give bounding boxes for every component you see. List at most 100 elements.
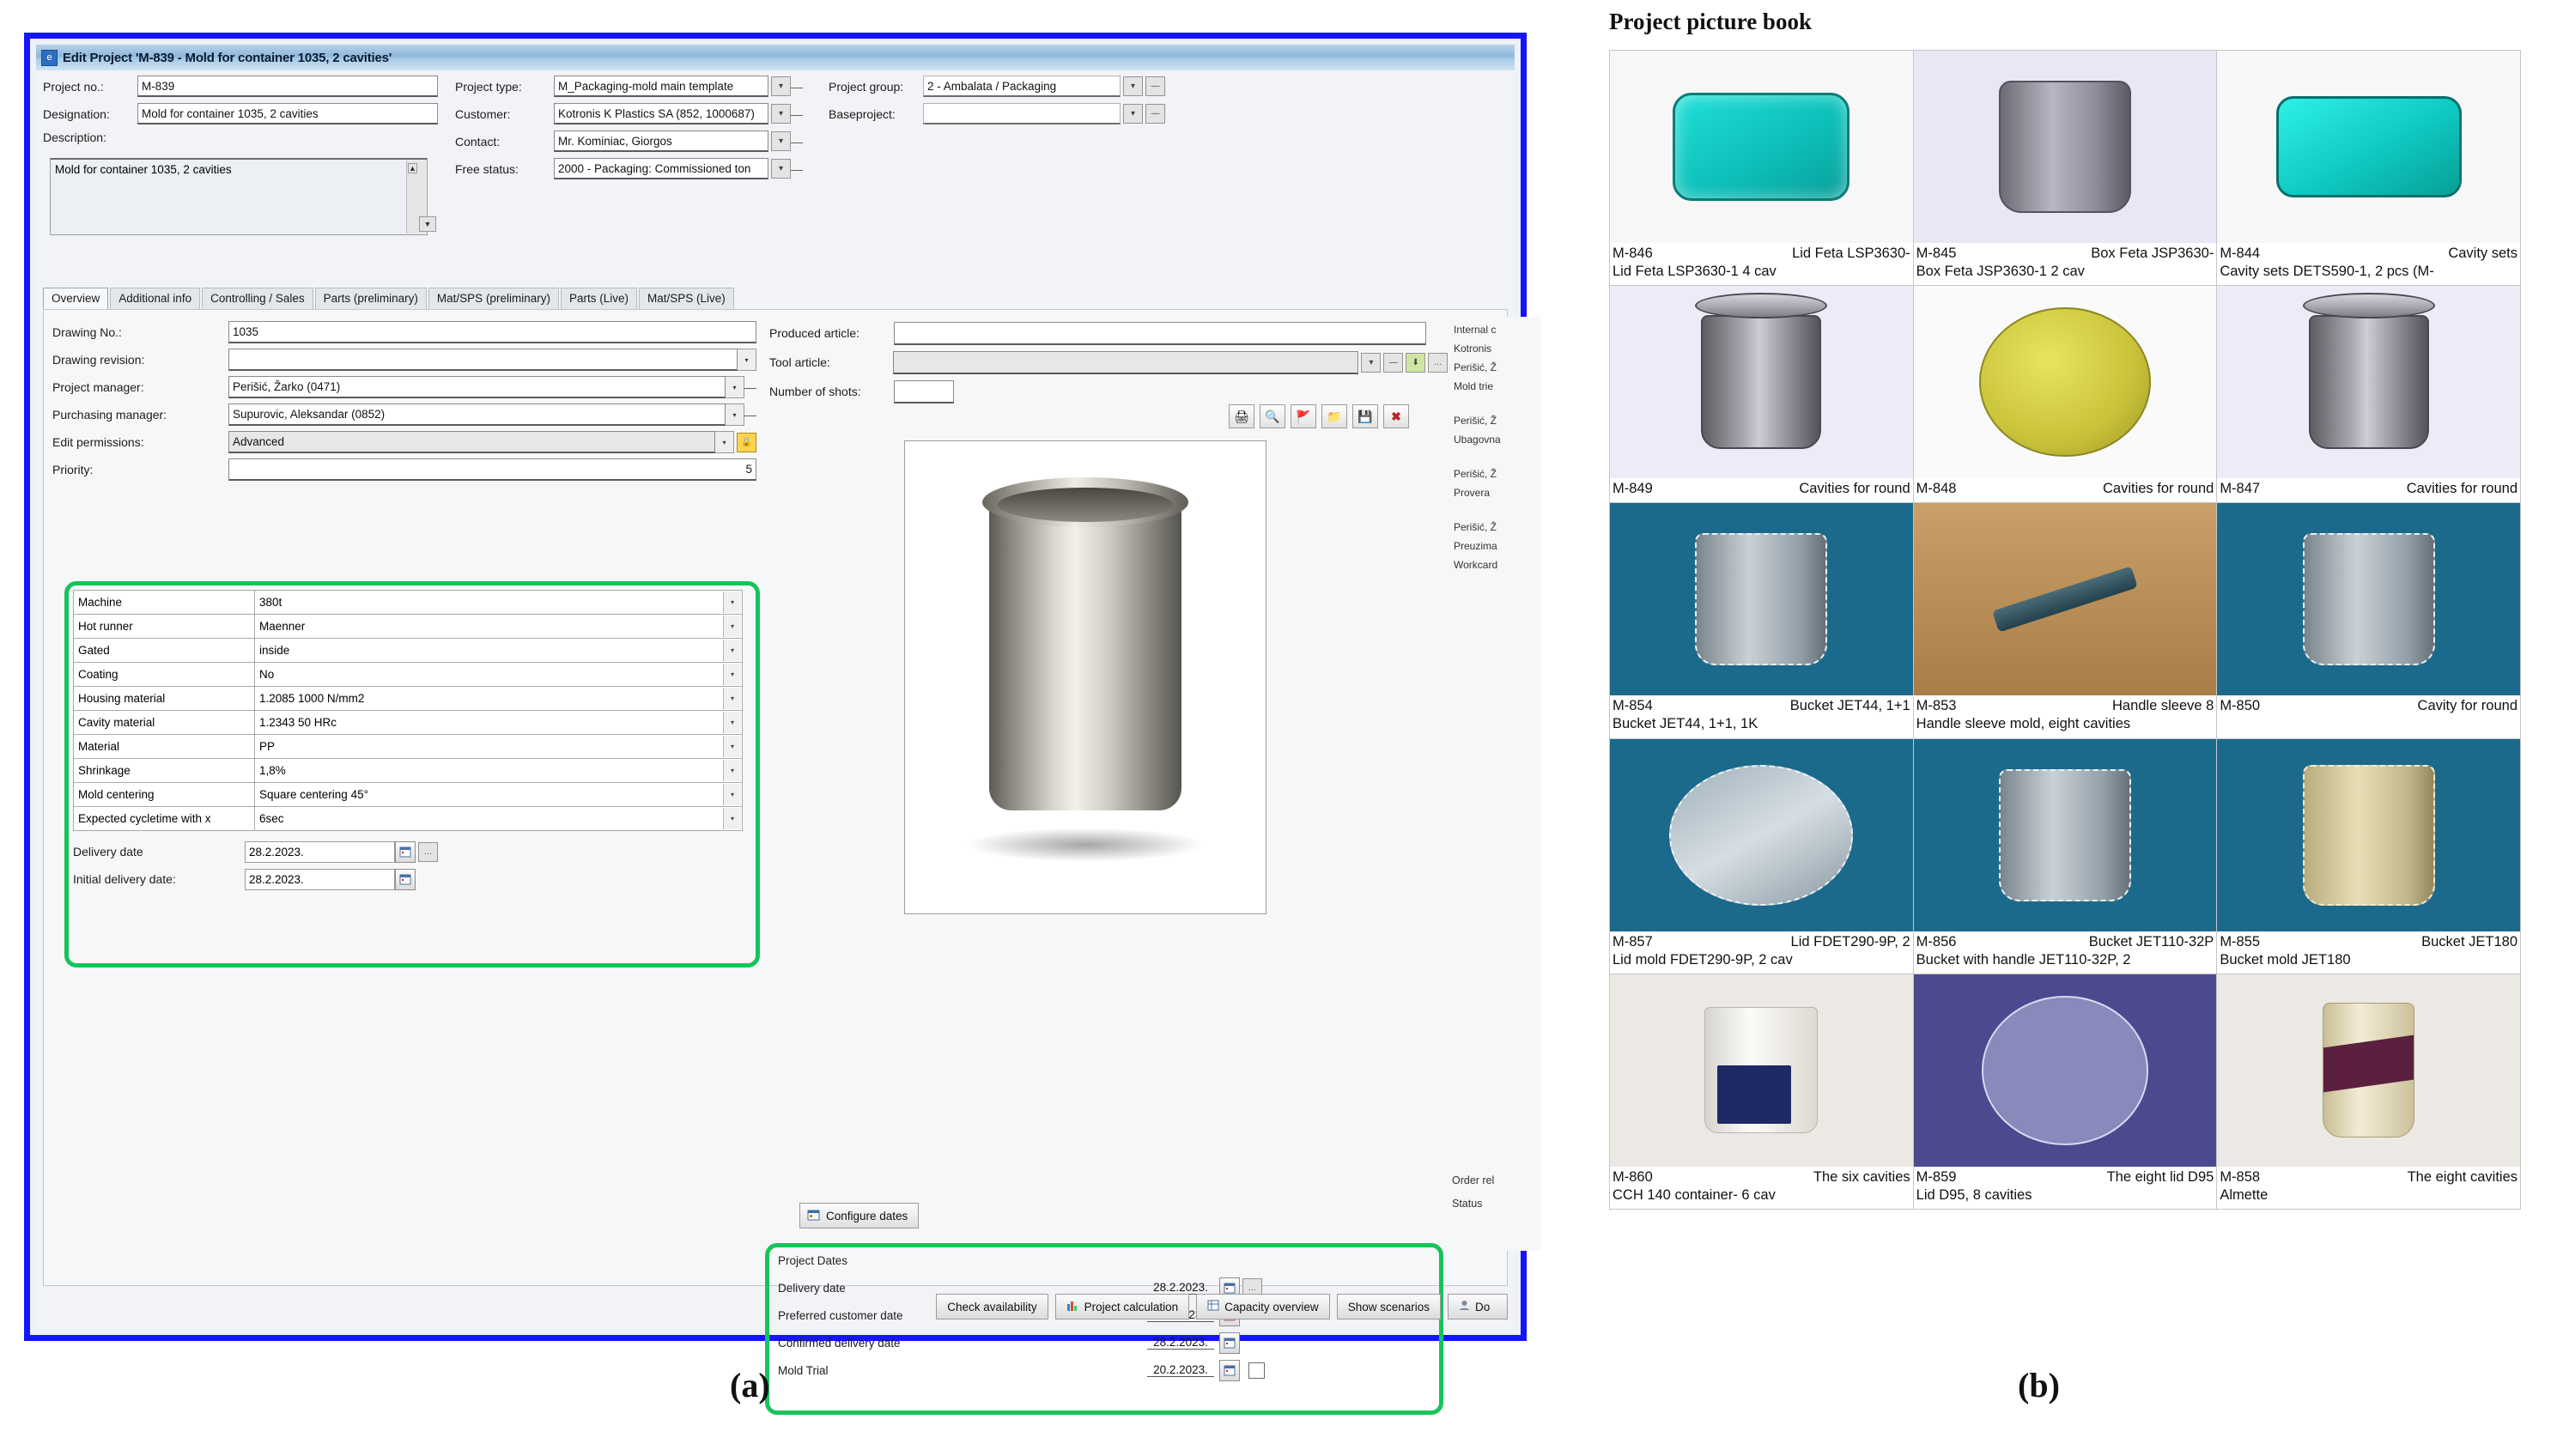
- housing-material-dropdown-icon[interactable]: ▾: [723, 688, 741, 709]
- table-row[interactable]: Cavity material 1.2343 50 HRc ▾: [73, 710, 743, 735]
- check-availability-button[interactable]: Check availability: [936, 1294, 1048, 1320]
- tab-parts-live[interactable]: Parts (Live): [560, 288, 637, 309]
- free-status-lookup-icon[interactable]: ▾: [771, 159, 791, 179]
- gated-dropdown-icon[interactable]: ▾: [723, 640, 741, 661]
- tab-overview[interactable]: Overview: [43, 288, 109, 309]
- expected-cycletime-dropdown-icon[interactable]: ▾: [723, 808, 741, 829]
- number-of-shots-input[interactable]: [894, 379, 954, 403]
- table-row[interactable]: Housing material 1.2085 1000 N/mm2 ▾: [73, 686, 743, 711]
- delete-icon[interactable]: ✖: [1383, 404, 1409, 428]
- project-group-lookup-icon[interactable]: ▾: [1123, 76, 1143, 96]
- thumbnail[interactable]: [1913, 51, 2217, 243]
- designation-input[interactable]: Mold for container 1035, 2 cavities: [137, 103, 438, 124]
- initial-delivery-date-input[interactable]: 28.2.2023.: [245, 868, 395, 890]
- housing-material-value[interactable]: 1.2085 1000 N/mm2 ▾: [254, 686, 743, 711]
- table-row[interactable]: Coating No ▾: [73, 662, 743, 687]
- picture-book-cell[interactable]: M-845 Box Feta JSP3630- Box Feta JSP3630-1…: [1912, 49, 2218, 287]
- tab-controlling-sales[interactable]: Controlling / Sales: [202, 288, 313, 309]
- done-button[interactable]: Do: [1448, 1294, 1508, 1320]
- folder-icon[interactable]: 📁: [1321, 404, 1347, 428]
- thumbnail[interactable]: [2217, 738, 2520, 931]
- scroll-down-icon[interactable]: ▼: [418, 216, 436, 232]
- drawing-no-input[interactable]: 1035: [228, 321, 756, 343]
- picture-book-cell[interactable]: M-859 The eight lid D95 Lid D95, 8 cavitie…: [1912, 973, 2218, 1210]
- coating-dropdown-icon[interactable]: ▾: [723, 664, 741, 685]
- tool-article-input[interactable]: [893, 350, 1359, 374]
- tab-parts-preliminary[interactable]: Parts (preliminary): [314, 288, 427, 309]
- mold-trial-checkbox[interactable]: [1248, 1362, 1265, 1379]
- description-scrollbar[interactable]: ▲ ▼: [406, 161, 436, 234]
- picture-book-cell[interactable]: M-856 Bucket JET110-32P Bucket with handle…: [1912, 737, 2218, 974]
- free-status-input[interactable]: 2000 - Packaging: Commissioned ton: [554, 158, 768, 179]
- shrinkage-dropdown-icon[interactable]: ▾: [723, 760, 741, 781]
- thumbnail[interactable]: [2217, 974, 2520, 1167]
- edit-permissions-dropdown-icon[interactable]: ▾: [715, 431, 734, 453]
- picture-book-cell[interactable]: M-857 Lid FDET290-9P, 2 Lid mold FDET290-9…: [1609, 737, 1914, 974]
- mold-centering-value[interactable]: Square centering 45° ▾: [254, 782, 743, 807]
- pd-confirmed-delivery-date-value[interactable]: 28.2.2023.: [1147, 1336, 1214, 1350]
- contact-lookup-icon[interactable]: ▾: [771, 131, 791, 151]
- project-no-input[interactable]: M-839: [137, 76, 438, 97]
- gated-value[interactable]: inside ▾: [254, 638, 743, 663]
- purchasing-manager-lookup-icon[interactable]: ▾: [726, 403, 744, 426]
- description-textarea[interactable]: Mold for container 1035, 2 cavities ▲ ▼: [50, 158, 436, 235]
- table-row[interactable]: Mold centering Square centering 45° ▾: [73, 782, 743, 807]
- thumbnail[interactable]: [1610, 286, 1913, 479]
- calendar-icon[interactable]: [395, 868, 416, 890]
- calendar-icon[interactable]: [1219, 1332, 1240, 1354]
- baseproject-input[interactable]: [923, 103, 1121, 124]
- priority-input[interactable]: 5: [228, 458, 756, 481]
- picture-book-cell[interactable]: M-847 Cavities for round: [2216, 285, 2521, 504]
- purchasing-manager-input[interactable]: Supurovic, Aleksandar (0852): [228, 403, 726, 426]
- flag-icon[interactable]: 🚩: [1291, 404, 1316, 428]
- project-manager-lookup-icon[interactable]: ▾: [726, 376, 744, 398]
- project-calculation-button[interactable]: Project calculation: [1054, 1294, 1190, 1320]
- product-3d-preview[interactable]: [904, 440, 1266, 914]
- picture-book-cell[interactable]: M-854 Bucket JET44, 1+1 Bucket JET44, 1+1,…: [1609, 502, 1914, 739]
- zoom-icon[interactable]: 🔍: [1260, 404, 1285, 428]
- tab-additional-info[interactable]: Additional info: [110, 288, 201, 309]
- configure-dates-button[interactable]: Configure dates: [799, 1203, 920, 1228]
- shrinkage-value[interactable]: 1,8% ▾: [254, 758, 743, 783]
- project-group-input[interactable]: 2 - Ambalata / Packaging: [923, 76, 1121, 97]
- picture-book-cell[interactable]: M-853 Handle sleeve 8 Handle sleeve mold, …: [1912, 502, 2218, 739]
- project-type-lookup-icon[interactable]: ▾: [771, 76, 791, 96]
- delivery-date-more-icon[interactable]: …: [418, 841, 438, 862]
- calendar-icon[interactable]: [395, 840, 416, 863]
- baseproject-lookup-icon[interactable]: ▾: [1123, 104, 1143, 124]
- picture-book-cell[interactable]: M-846 Lid Feta LSP3630- Lid Feta LSP3630-1…: [1609, 49, 1914, 287]
- initial-delivery-date-field[interactable]: 28.2.2023.: [245, 868, 416, 890]
- table-row[interactable]: Hot runner Maenner ▾: [73, 614, 743, 639]
- thumbnail[interactable]: [2217, 286, 2520, 479]
- thumbnail[interactable]: [2217, 503, 2520, 696]
- machine-dropdown-icon[interactable]: ▾: [723, 592, 741, 613]
- customer-input[interactable]: Kotronis K Plastics SA (852, 1000687): [554, 103, 768, 124]
- machine-value[interactable]: 380t ▾: [254, 590, 743, 615]
- baseproject-clear-icon[interactable]: —: [1145, 104, 1165, 124]
- capacity-overview-button[interactable]: Capacity overview: [1196, 1294, 1330, 1320]
- material-dropdown-icon[interactable]: ▾: [723, 736, 741, 757]
- cavity-material-dropdown-icon[interactable]: ▾: [723, 712, 741, 733]
- thumbnail[interactable]: [1913, 738, 2217, 931]
- show-scenarios-button[interactable]: Show scenarios: [1336, 1294, 1441, 1320]
- tool-article-lookup-icon[interactable]: ▾: [1361, 352, 1382, 373]
- drawing-revision-input[interactable]: [228, 349, 738, 371]
- thumbnail[interactable]: [1610, 974, 1913, 1167]
- picture-book-cell[interactable]: M-860 The six cavities CCH 140 container- …: [1609, 973, 1914, 1210]
- order-related-label[interactable]: Order rel: [1452, 1174, 1494, 1186]
- table-row[interactable]: Expected cycletime with x 6sec ▾: [73, 806, 743, 831]
- picture-book-cell[interactable]: M-849 Cavities for round: [1609, 285, 1914, 504]
- thumbnail[interactable]: [1610, 503, 1913, 696]
- thumbnail[interactable]: [1913, 503, 2217, 696]
- save-icon[interactable]: 💾: [1352, 404, 1378, 428]
- project-type-input[interactable]: M_Packaging-mold main template: [554, 76, 768, 97]
- coating-value[interactable]: No ▾: [254, 662, 743, 687]
- thumbnail[interactable]: [1610, 738, 1913, 931]
- tab-mat-sps-live[interactable]: Mat/SPS (Live): [638, 288, 734, 309]
- hot-runner-dropdown-icon[interactable]: ▾: [723, 616, 741, 637]
- picture-book-cell[interactable]: M-855 Bucket JET180 Bucket mold JET180: [2216, 737, 2521, 974]
- mold-centering-dropdown-icon[interactable]: ▾: [723, 784, 741, 805]
- tab-mat-sps-preliminary[interactable]: Mat/SPS (preliminary): [428, 288, 559, 309]
- thumbnail[interactable]: [2217, 51, 2520, 243]
- scroll-up-icon[interactable]: ▲: [408, 163, 417, 173]
